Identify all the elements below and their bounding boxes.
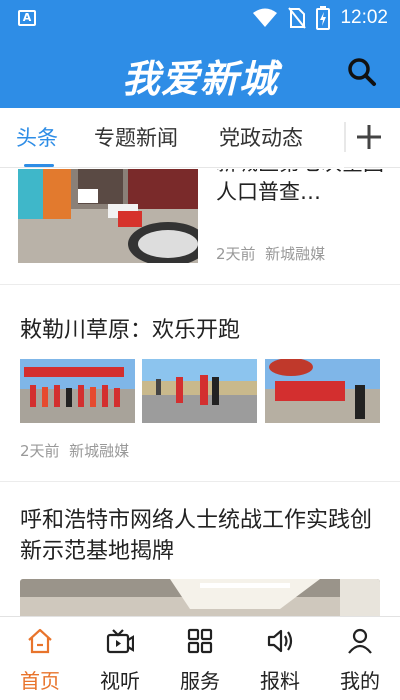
app-header: 我爱新城 (0, 36, 400, 108)
tab-divider (344, 122, 346, 152)
active-tab-indicator (24, 164, 54, 167)
nav-services[interactable]: 服务 (160, 617, 240, 700)
news-title: 呼和浩特市网络人士统战工作实践创新示范基地揭牌 (20, 508, 373, 564)
search-icon[interactable] (346, 56, 378, 88)
news-source: 新城融媒 (69, 442, 130, 460)
news-photo (20, 579, 380, 616)
news-item[interactable]: 新城区第七次全国人口普查… 2天前 新城融媒 (0, 169, 400, 285)
home-icon (28, 628, 52, 654)
news-photo (142, 359, 257, 423)
news-photo (20, 359, 135, 423)
nav-home[interactable]: 首页 (0, 617, 80, 700)
news-image-row (20, 359, 380, 423)
nav-label: 服务 (180, 669, 220, 693)
nav-profile[interactable]: 我的 (320, 617, 400, 700)
tab-party-affairs[interactable]: 党政动态 (219, 122, 303, 152)
nav-video[interactable]: 视听 (80, 617, 160, 700)
speaker-icon (267, 629, 293, 653)
video-icon (106, 629, 134, 654)
nav-label: 报料 (260, 669, 300, 693)
category-tabs: 头条 专题新闻 党政动态 (0, 108, 400, 168)
tab-scroll-fade (318, 108, 344, 168)
news-item[interactable]: 呼和浩特市网络人士统战工作实践创新示范基地揭牌 (0, 483, 400, 616)
tab-headlines[interactable]: 头条 (16, 122, 58, 152)
news-feed[interactable]: 新城区第七次全国人口普查… 2天前 新城融媒 敕勒川草原：欢乐开跑 (0, 169, 400, 616)
news-title: 敕勒川草原：欢乐开跑 (20, 318, 241, 343)
notification-icon: A (18, 10, 36, 26)
clock: 12:02 (340, 7, 388, 28)
nav-label: 我的 (340, 669, 380, 693)
wifi-icon (253, 8, 278, 27)
news-source: 新城融媒 (265, 245, 326, 263)
news-thumbnail (18, 169, 198, 263)
add-tab-icon[interactable] (352, 120, 386, 154)
status-icons: 12:02 (252, 5, 388, 31)
nav-report[interactable]: 报料 (240, 617, 320, 700)
app-title: 我爱新城 (121, 57, 278, 101)
news-meta: 2天前 新城融媒 (20, 440, 129, 461)
news-time: 2天前 (216, 245, 256, 263)
nav-label: 视听 (100, 669, 140, 693)
news-title: 新城区第七次全国人口普查… (216, 169, 384, 204)
news-photo (265, 359, 380, 423)
battery-icon (316, 6, 331, 30)
user-icon (348, 628, 372, 654)
news-item[interactable]: 敕勒川草原：欢乐开跑 2天前 新城融媒 (0, 286, 400, 482)
no-sim-icon (288, 7, 307, 29)
news-time: 2天前 (20, 442, 60, 460)
status-bar: A 12:02 (0, 0, 400, 36)
bottom-nav: 首页 视听 服务 报料 我的 (0, 616, 400, 700)
news-meta: 2天前 新城融媒 (216, 243, 325, 264)
grid-icon (187, 628, 213, 654)
tab-special-news[interactable]: 专题新闻 (94, 122, 178, 152)
nav-label: 首页 (20, 669, 60, 693)
